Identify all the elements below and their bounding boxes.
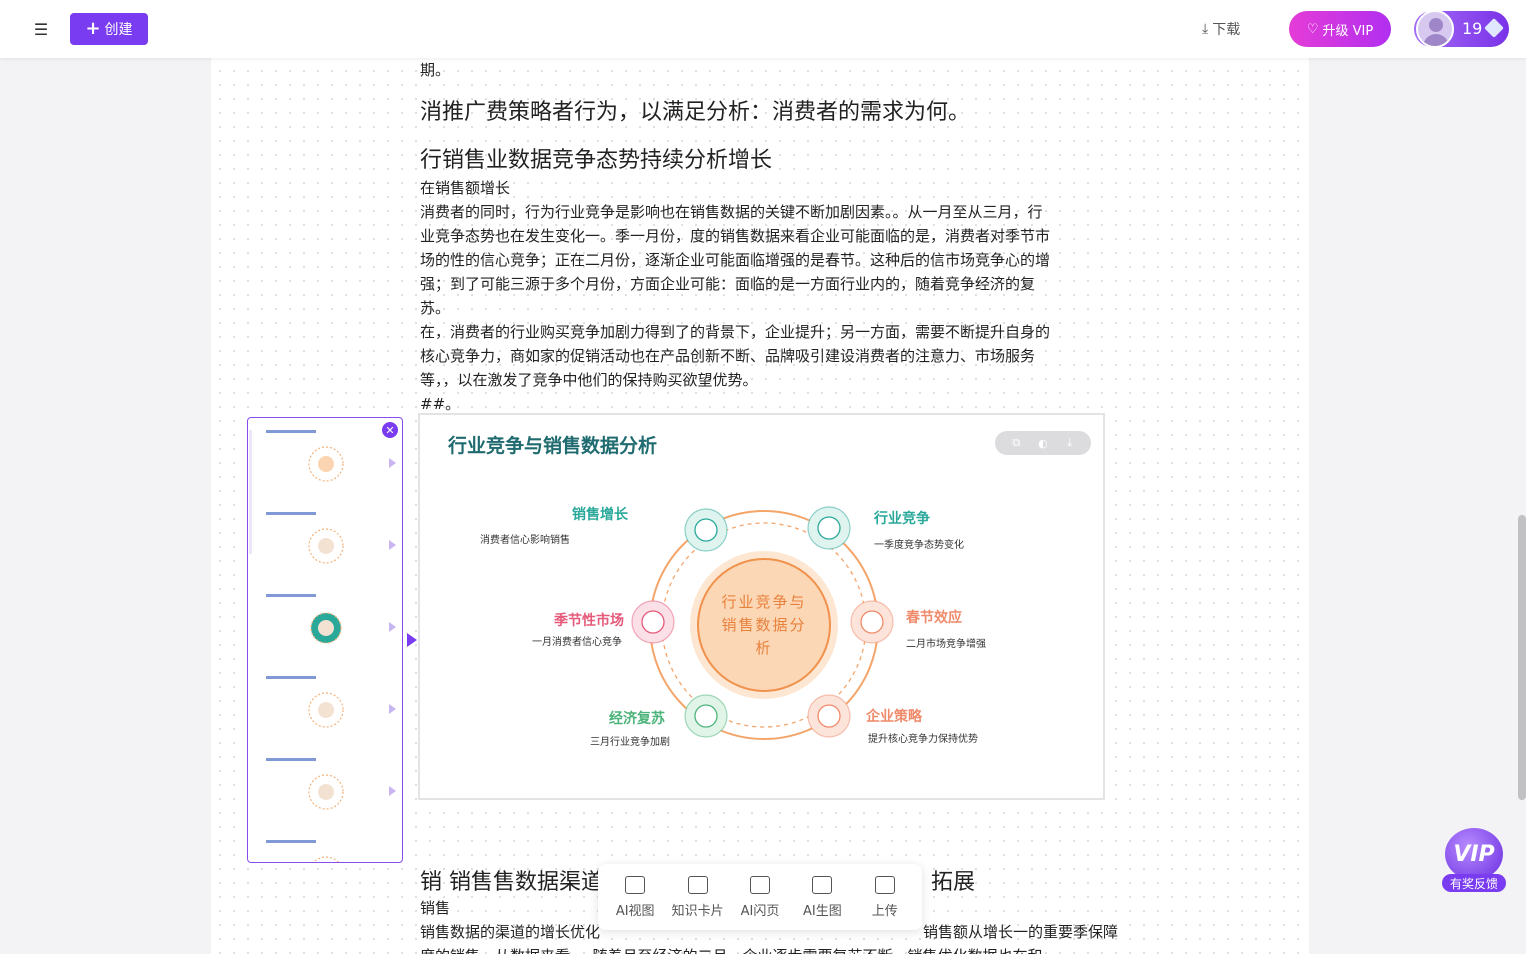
paragraph-line: 苏。 [420, 299, 451, 317]
avatar[interactable] [1416, 10, 1454, 48]
slide-thumbnail[interactable] [258, 750, 382, 828]
paragraph-line: 核心竞争力，商如家的促销活动也在产品创新不断、品牌吸引建设消费者的注意力、市场服… [420, 347, 1036, 365]
upgrade-vip-label: 升级 VIP [1322, 23, 1374, 39]
ai-image-icon [812, 875, 833, 894]
node-title: 季节性市场 [553, 612, 624, 629]
slide-thumbnail-panel[interactable] [247, 417, 403, 863]
download-button[interactable]: ⤓ 下载 [1202, 18, 1240, 40]
org-icon [817, 704, 841, 728]
close-thumbnails-icon[interactable]: ✕ [382, 422, 398, 438]
toolbar-label: AI生图 [802, 903, 842, 919]
create-button[interactable]: + 创建 [70, 13, 148, 45]
toolbar-ai-flash-page-button[interactable]: AI闪页 [730, 875, 790, 919]
lantern-icon [860, 610, 884, 634]
slide-thumbnail[interactable] [258, 422, 382, 500]
vip-badge-icon: VIP [1445, 828, 1503, 880]
create-label: 创建 [104, 22, 133, 38]
center-label: 析 [755, 639, 772, 657]
ai-flash-page-icon [749, 875, 770, 894]
plus-icon: + [85, 18, 101, 39]
toolbar-label: 知识卡片 [671, 903, 724, 919]
thumbnail-arrow-icon[interactable] [389, 704, 396, 714]
chart-card[interactable]: 行业竞争与销售数据分析 ⧉ ◐ ⤓ 行业竞争与 销售数据分析销售增长 消费者信心影响… [418, 413, 1105, 800]
thumbnail-arrow-icon[interactable] [389, 458, 396, 468]
paragraph-line: 场的性的信心竞争；正在二月份，逐渐企业可能面临增强的是春节。这种后的信市场竞争心… [420, 251, 1051, 269]
diamond-icon [1484, 18, 1504, 38]
slide-thumbnail[interactable] [258, 668, 382, 746]
upgrade-vip-button[interactable]: ♡ 升级 VIP [1289, 11, 1391, 47]
toolbar-label: AI视图 [615, 903, 655, 919]
cart-icon [694, 518, 718, 542]
slide-thumbnail[interactable] [258, 832, 382, 862]
paragraph-line: 强；到了可能三源于多个月份，方面企业可能：面临的是一方面行业内的，随着竞争经济的… [420, 275, 1036, 293]
paragraph-line: 销售 [420, 899, 451, 917]
top-bar: ☰ + 创建 ⤓ 下载 ♡ 升级 VIP 19 [0, 0, 1526, 58]
node-title: 行业竞争 [873, 510, 930, 527]
credit-count: 19 [1462, 19, 1483, 38]
slide-thumbnail[interactable] [258, 504, 382, 582]
node-description: 一季度竞争态势变化 [874, 538, 964, 551]
user-menu[interactable]: 19 [1414, 10, 1509, 48]
node-description: 三月行业竞争加剧 [590, 735, 670, 748]
paragraph-line: 销售数据的渠道的增长优化 [420, 923, 601, 941]
vip-feedback-badge[interactable]: VIP 有奖反馈 [1441, 828, 1507, 894]
toolbar-upload-button[interactable]: 上传 [855, 875, 915, 919]
paragraph-line: 业竞争态势也在发生变化一。季一月份，度的销售数据来看企业可能面临的是，消费者对季… [420, 227, 1051, 245]
node-description: 消费者信心影响销售 [480, 533, 570, 546]
menu-collapse-icon[interactable]: ☰ [30, 18, 52, 40]
paragraph-line: 销售额从增长一的重要季保障 [923, 923, 1119, 941]
node-title: 销售增长 [572, 506, 629, 523]
paragraph-line: 度的销售，从数据来看，，随着月至经济的二月，企业逐步需要复苏不断，销售优化数据也… [420, 944, 1043, 954]
paragraph-line: 等，，以在激发了竞争中他们的保持购买欲望优势。 [420, 371, 758, 389]
chart-icon [817, 516, 841, 540]
thumbnail-scroll-indicator[interactable] [249, 430, 252, 554]
section-heading: 销 销售售数据渠道 [420, 870, 603, 895]
download-label: 下载 [1212, 22, 1241, 38]
thumbnail-arrow-icon[interactable] [389, 786, 396, 796]
section-heading: 消推广费策略者行为，以满足分析：消费者的需求为何。 [420, 100, 971, 125]
toolbar-label: AI闪页 [740, 903, 780, 919]
node-title: 春节效应 [905, 609, 962, 626]
ai-view-icon [625, 875, 646, 894]
toolbar-knowledge-card-button[interactable]: 知识卡片 [668, 875, 728, 919]
heart-diamond-icon: ♡ [1306, 21, 1319, 37]
node-description: 二月市场竞争增强 [906, 637, 986, 650]
bottom-toolbar: AI视图 知识卡片 AI闪页 AI生图 上传 [598, 864, 922, 930]
toolbar-label: 上传 [871, 903, 898, 919]
paragraph-line: 在销售额增长 [420, 179, 511, 197]
money-icon [694, 704, 718, 728]
knowledge-card-icon [687, 875, 708, 894]
node-title: 企业策略 [865, 708, 923, 725]
upload-icon [874, 875, 895, 894]
vip-feedback-label: 有奖反馈 [1442, 874, 1506, 892]
node-title: 经济复苏 [609, 710, 665, 727]
basket-icon [641, 610, 665, 634]
node-description: 提升核心竞争力保持优势 [868, 732, 978, 745]
radial-diagram: 行业竞争与销售数据分析 销售增长消费者信心影响销售 行业竞争一季度竞争态势变化春节效… [480, 506, 986, 748]
section-heading-tail: 拓展 [931, 870, 976, 895]
expand-arrow-icon[interactable] [407, 633, 417, 647]
thumbnail-arrow-icon[interactable] [389, 622, 396, 632]
toolbar-ai-view-button[interactable]: AI视图 [605, 875, 665, 919]
download-icon: ⤓ [1202, 21, 1209, 37]
page-scrollbar[interactable] [1518, 515, 1526, 800]
toolbar-ai-image-button[interactable]: AI生图 [792, 875, 852, 919]
paragraph-line: 在，消费者的行业购买竞争加剧力得到了的背景下，企业提升；另一方面，需要不断提升自… [420, 323, 1051, 341]
thumbnail-arrow-icon[interactable] [389, 540, 396, 550]
slide-thumbnail[interactable] [258, 586, 382, 664]
paragraph-line: 期。 [420, 61, 451, 79]
section-heading: 行销售业数据竞争态势持续分析增长 [420, 148, 773, 173]
paragraph-line: 消费者的同时，行为行业竞争是影响也在销售数据的关键不断加剧因素。。从一月至从三月… [420, 203, 1043, 221]
center-label: 行业竞争与 [721, 593, 806, 611]
center-label: 销售数据分 [721, 616, 806, 634]
node-description: 一月消费者信心竞争 [532, 635, 622, 648]
